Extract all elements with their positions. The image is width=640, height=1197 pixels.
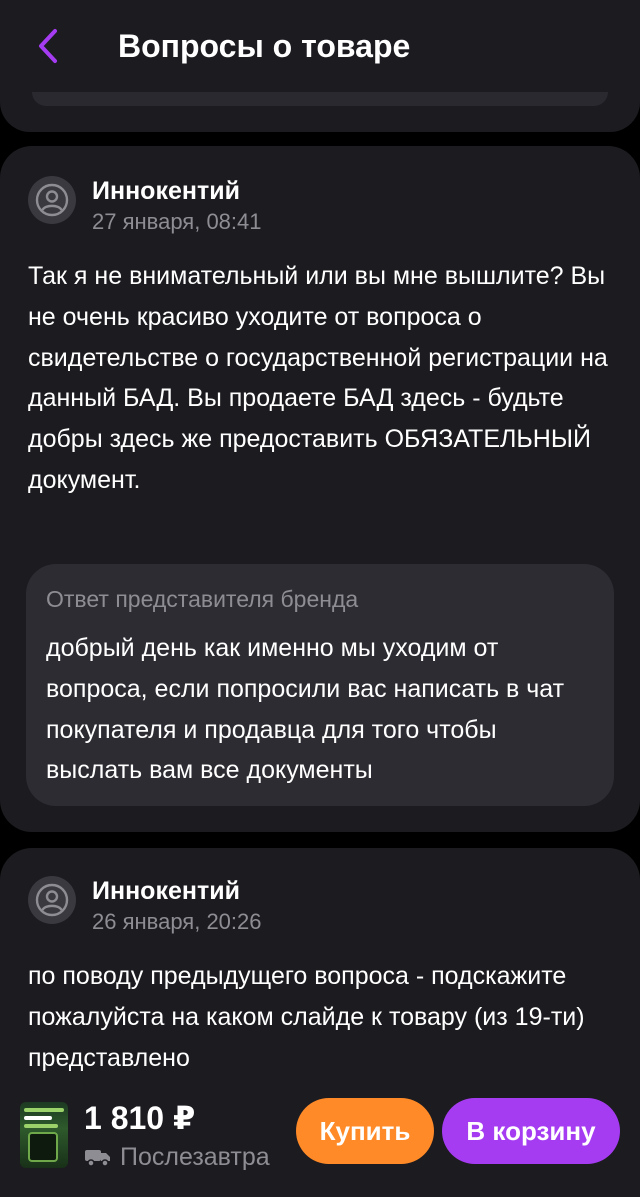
- product-thumbnail[interactable]: [20, 1102, 68, 1168]
- question-text: по поводу предыдущего вопроса - подскажи…: [28, 962, 585, 1072]
- question-author: Иннокентий: [92, 177, 240, 205]
- add-to-cart-button[interactable]: В корзину: [442, 1098, 620, 1164]
- question-card: Иннокентий 27 января, 08:41 Так я не вни…: [0, 146, 640, 832]
- previous-answer-box: [32, 92, 608, 106]
- top-app-bar: Вопросы о товаре: [0, 0, 640, 92]
- question-text: Так я не внимательный или вы мне вышлите…: [28, 262, 608, 494]
- avatar: [28, 176, 76, 224]
- answer-label: Ответ представителя бренда: [46, 586, 359, 612]
- user-avatar-icon: [35, 883, 69, 917]
- question-date: 26 января, 20:26: [92, 909, 262, 934]
- buy-button[interactable]: Купить: [296, 1098, 434, 1164]
- bottom-purchase-bar: 1 810 ₽ Послезавтра Купить В корзину: [0, 1080, 640, 1197]
- back-button[interactable]: [28, 26, 68, 66]
- brand-answer: Ответ представителя бренда добрый день к…: [26, 564, 614, 806]
- answer-text: добрый день как именно мы уходим от вопр…: [46, 634, 565, 785]
- page-title: Вопросы о товаре: [118, 28, 411, 64]
- truck-icon: [85, 1150, 110, 1167]
- question-author: Иннокентий: [92, 877, 240, 905]
- chevron-left-icon: [39, 29, 57, 63]
- avatar: [28, 876, 76, 924]
- question-date: 27 января, 08:41: [92, 209, 262, 234]
- delivery-info: Послезавтра: [84, 1142, 270, 1172]
- product-price: 1 810 ₽: [84, 1100, 196, 1136]
- user-avatar-icon: [35, 183, 69, 217]
- delivery-text: Послезавтра: [120, 1143, 270, 1171]
